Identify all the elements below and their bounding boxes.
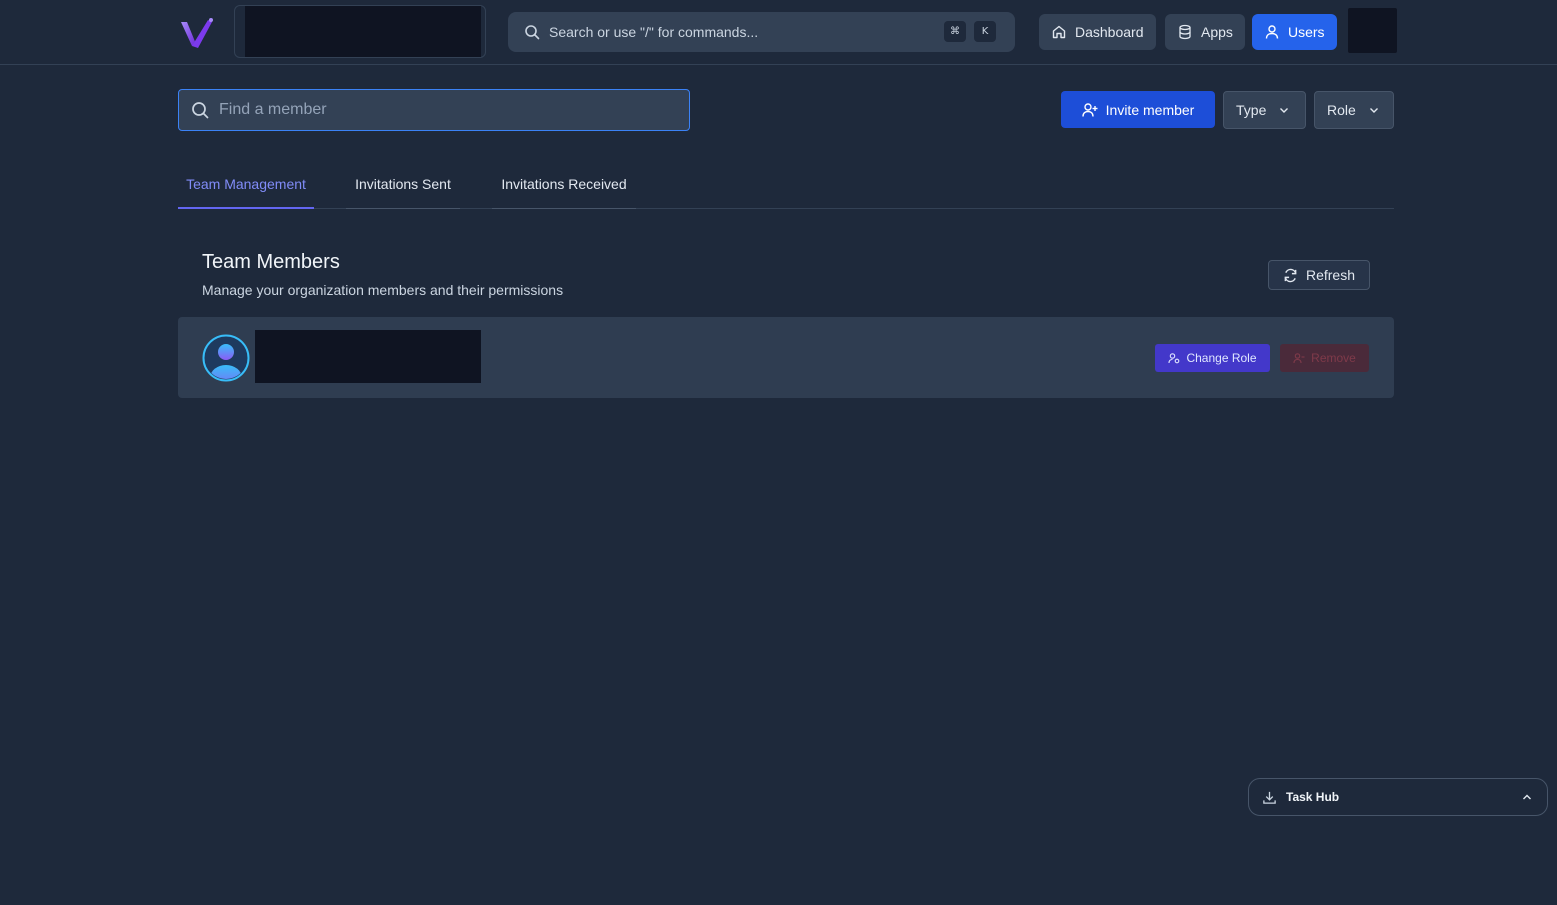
nav-users-button[interactable]: Users <box>1252 14 1337 50</box>
user-avatar-redacted[interactable] <box>1348 8 1397 53</box>
chevron-up-icon[interactable] <box>1521 791 1533 803</box>
nav-apps-label: Apps <box>1201 24 1233 40</box>
tab-invitations-sent[interactable]: Invitations Sent <box>346 160 460 209</box>
type-filter-dropdown[interactable]: Type <box>1223 91 1306 129</box>
k-key-hint: K <box>974 21 996 42</box>
role-filter-label: Role <box>1327 102 1356 118</box>
nav-apps-button[interactable]: Apps <box>1165 14 1245 50</box>
invite-member-label: Invite member <box>1105 101 1195 118</box>
user-cog-icon <box>1168 352 1180 364</box>
role-filter-dropdown[interactable]: Role <box>1314 91 1394 129</box>
organization-switcher[interactable] <box>234 5 486 58</box>
remove-member-button[interactable]: Remove <box>1280 344 1369 372</box>
search-placeholder: Search or use "/" for commands... <box>549 24 759 40</box>
search-icon <box>191 101 209 119</box>
download-icon <box>1262 790 1277 805</box>
change-role-label: Change Role <box>1186 351 1257 365</box>
user-minus-icon <box>1293 352 1305 364</box>
refresh-icon <box>1283 268 1298 283</box>
nav-users-label: Users <box>1288 24 1325 40</box>
user-plus-icon <box>1081 102 1098 118</box>
home-icon <box>1051 24 1067 40</box>
change-role-button[interactable]: Change Role <box>1155 344 1270 372</box>
chevron-down-icon <box>1278 104 1290 116</box>
type-filter-label: Type <box>1236 102 1267 118</box>
database-icon <box>1177 24 1193 40</box>
find-member-field[interactable] <box>178 89 690 131</box>
member-name-redacted <box>255 330 481 383</box>
refresh-label: Refresh <box>1305 267 1356 283</box>
find-member-input[interactable] <box>219 101 659 119</box>
nav-dashboard-button[interactable]: Dashboard <box>1039 14 1156 50</box>
remove-label: Remove <box>1311 351 1356 365</box>
team-members-subtitle: Manage your organization members and the… <box>202 282 564 298</box>
search-icon <box>524 24 540 40</box>
organization-name-redacted <box>245 6 481 57</box>
user-icon <box>1264 24 1280 40</box>
tab-bar: Team Management Invitations Sent Invitat… <box>178 160 1394 209</box>
avatar <box>202 334 250 382</box>
task-hub-label: Task Hub <box>1286 790 1340 804</box>
chevron-down-icon <box>1368 104 1380 116</box>
nav-dashboard-label: Dashboard <box>1075 24 1144 40</box>
top-bar: Search or use "/" for commands... ⌘ K Da… <box>0 0 1557 65</box>
tab-invitations-received[interactable]: Invitations Received <box>492 160 636 209</box>
command-key-hint: ⌘ <box>944 21 966 42</box>
task-hub-panel[interactable]: Task Hub <box>1248 778 1548 816</box>
v-logo-icon[interactable] <box>178 14 218 50</box>
team-members-title: Team Members <box>202 251 340 273</box>
command-search[interactable]: Search or use "/" for commands... ⌘ K <box>508 12 1015 52</box>
member-row: Change Role Remove <box>178 317 1394 398</box>
refresh-button[interactable]: Refresh <box>1268 260 1370 290</box>
tab-team-management[interactable]: Team Management <box>178 160 314 209</box>
invite-member-button[interactable]: Invite member <box>1061 91 1215 128</box>
